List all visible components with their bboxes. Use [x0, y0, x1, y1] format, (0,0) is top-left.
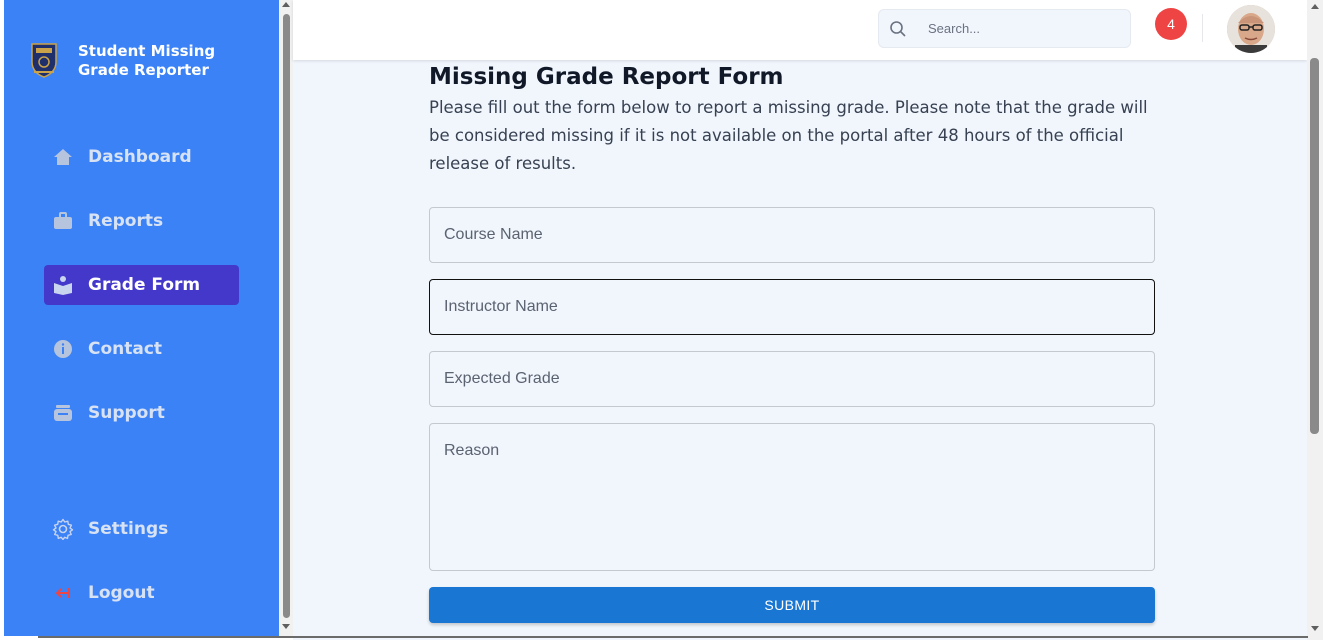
- main-content: 4 Missing Grade Report Form Please fill …: [293, 0, 1307, 640]
- inbox-icon: [52, 402, 74, 424]
- avatar[interactable]: [1227, 5, 1275, 53]
- gear-icon: [52, 518, 74, 540]
- university-crest-icon: [31, 43, 57, 78]
- sidebar-item-reports[interactable]: Reports: [44, 201, 239, 241]
- briefcase-icon: [52, 210, 74, 232]
- main-scrollbar-thumb[interactable]: [1310, 58, 1319, 434]
- sidebar-item-settings[interactable]: Settings: [44, 509, 239, 549]
- submit-button[interactable]: SUBMIT: [429, 587, 1155, 623]
- sidebar-scrollbar-thumb[interactable]: [283, 14, 290, 618]
- sidebar-item-label: Dashboard: [88, 147, 192, 167]
- course-name-field[interactable]: Course Name: [429, 207, 1155, 263]
- instructor-name-placeholder: Instructor Name: [444, 298, 558, 315]
- book-reader-icon: [52, 274, 74, 296]
- horizontal-scrollbar[interactable]: [38, 636, 1308, 638]
- sidebar-item-logout[interactable]: Logout: [44, 573, 239, 613]
- app-title: Student Missing Grade Reporter: [78, 42, 216, 79]
- expected-grade-field[interactable]: Expected Grade: [429, 351, 1155, 407]
- sidebar-item-grade-form[interactable]: Grade Form: [44, 265, 239, 305]
- logout-icon: [52, 582, 74, 604]
- course-name-placeholder: Course Name: [444, 226, 543, 243]
- expected-grade-placeholder: Expected Grade: [444, 370, 560, 387]
- sidebar: Student Missing Grade Reporter Dashboard…: [4, 0, 279, 636]
- sidebar-item-dashboard[interactable]: Dashboard: [44, 137, 239, 177]
- scroll-up-arrow-icon[interactable]: [1311, 4, 1319, 9]
- sidebar-item-label: Settings: [88, 519, 169, 539]
- info-icon: [52, 338, 74, 360]
- reason-placeholder: Reason: [444, 442, 500, 459]
- sidebar-item-label: Grade Form: [88, 275, 201, 295]
- instructor-name-field[interactable]: Instructor Name: [429, 279, 1155, 335]
- sidebar-item-label: Logout: [88, 583, 155, 603]
- sidebar-item-support[interactable]: Support: [44, 393, 239, 433]
- user-avatar-icon: [1227, 5, 1275, 53]
- scroll-down-arrow-icon[interactable]: [282, 624, 290, 629]
- scroll-down-arrow-icon[interactable]: [1311, 626, 1319, 631]
- notification-badge[interactable]: 4: [1155, 8, 1187, 40]
- reason-textarea[interactable]: Reason: [429, 423, 1155, 571]
- brand[interactable]: Student Missing Grade Reporter: [30, 42, 258, 80]
- sidebar-item-label: Contact: [88, 339, 163, 359]
- divider: [1202, 14, 1203, 42]
- sidebar-item-label: Reports: [88, 211, 164, 231]
- home-icon: [52, 146, 74, 168]
- scroll-up-arrow-icon[interactable]: [282, 2, 290, 7]
- sidebar-item-contact[interactable]: Contact: [44, 329, 239, 369]
- sidebar-item-label: Support: [88, 403, 165, 423]
